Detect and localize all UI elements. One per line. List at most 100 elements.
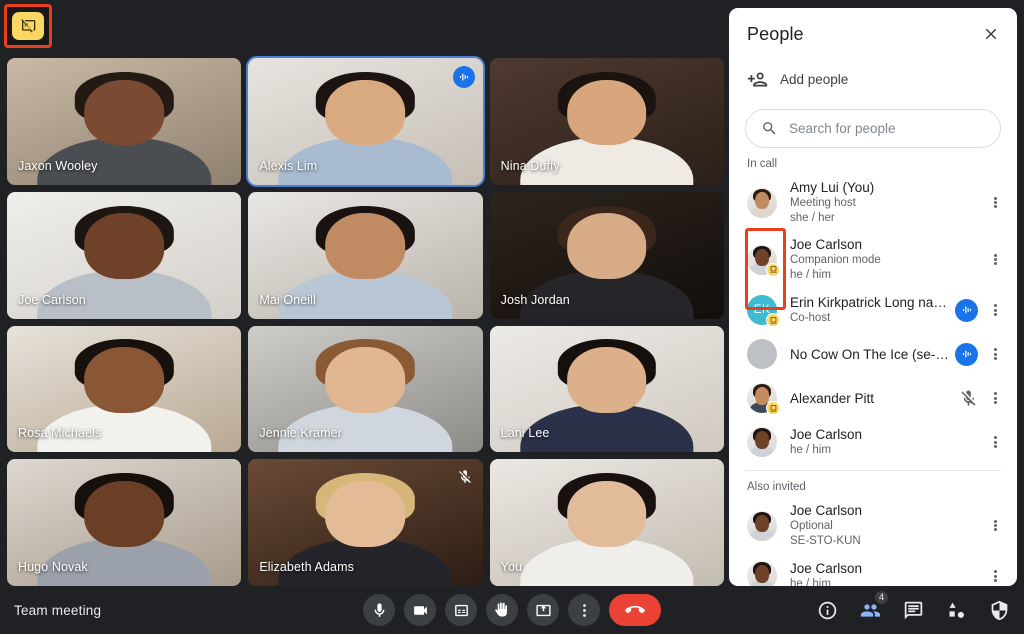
bottom-toolbar: Team meeting 4: [0, 586, 1024, 634]
tile-participant-name: Lani Lee: [500, 426, 550, 441]
participant-row[interactable]: Joe Carlson he / him: [729, 420, 1017, 464]
tile-participant-name: Jaxon Wooley: [18, 158, 98, 173]
participant-name: Joe Carlson: [790, 427, 863, 442]
participant-row[interactable]: EK Erin Kirkpatrick Long nam… Co-host: [729, 288, 1017, 332]
participant-subtitle-secondary: he / him: [790, 269, 831, 281]
captions-icon: [454, 604, 468, 616]
participant-row[interactable]: Amy Lui (You) Meeting host she / her: [729, 174, 1017, 231]
host-controls-button[interactable]: [988, 599, 1010, 621]
participant-actions: [983, 248, 1007, 272]
participant-info: Alexander Pitt: [790, 390, 959, 407]
companion-badge-icon: [769, 404, 777, 412]
video-tile[interactable]: Lani Lee: [489, 325, 724, 453]
person-face: [755, 248, 769, 267]
present-button[interactable]: [527, 594, 559, 626]
people-panel-header: People: [729, 8, 1017, 60]
participant-more-options-button[interactable]: [983, 248, 1007, 272]
participant-more-options-button[interactable]: [983, 430, 1007, 454]
close-panel-button[interactable]: [977, 20, 1005, 48]
avatar: [747, 339, 777, 369]
participant-row[interactable]: Joe Carlson Companion mode he / him: [729, 231, 1017, 288]
person-face: [755, 514, 769, 533]
participant-row[interactable]: Joe Carlson he / him: [729, 554, 1017, 586]
tile-mic-off-icon: [457, 469, 473, 485]
participant-info: Joe Carlson Companion mode he / him: [790, 236, 983, 283]
chat-button[interactable]: [902, 599, 924, 621]
captions-button[interactable]: [445, 594, 477, 626]
participant-more-options-button[interactable]: [983, 564, 1007, 586]
participant-row[interactable]: Joe Carlson Optional SE-STO-KUN: [729, 497, 1017, 554]
more-options-button[interactable]: [568, 594, 600, 626]
mic-off-icon: [961, 390, 976, 406]
camera-button[interactable]: [404, 594, 436, 626]
meeting-details-button[interactable]: [816, 599, 838, 621]
video-tile[interactable]: Jaxon Wooley: [7, 58, 242, 185]
participant-more-options-button[interactable]: [983, 386, 1007, 410]
people-button[interactable]: 4: [859, 590, 889, 621]
people-panel: People Add people In call Amy Lui (You) Me…: [729, 8, 1017, 586]
video-tile[interactable]: Mai Oneill: [248, 191, 483, 319]
participant-more-options-button[interactable]: [983, 342, 1007, 366]
participant-info: Joe Carlson he / him: [790, 426, 983, 458]
video-tile[interactable]: Hugo Novak: [7, 459, 242, 586]
participant-more-options-button[interactable]: [983, 191, 1007, 215]
search-icon: [763, 122, 776, 135]
people-section-label: Also invited: [747, 481, 806, 493]
person-face: [755, 387, 769, 405]
avatar: [747, 561, 777, 586]
person-face: [566, 79, 647, 146]
video-tile[interactable]: Elizabeth Adams: [248, 459, 483, 586]
participant-name: Joe Carlson: [790, 237, 863, 252]
participant-row[interactable]: Alexander Pitt: [729, 376, 1017, 420]
avatar-wrapper: [747, 383, 780, 415]
avatar-wrapper: [747, 510, 777, 541]
microphone-button[interactable]: [363, 594, 395, 626]
tile-participant-name: Elizabeth Adams: [259, 560, 354, 574]
audio-wave-icon: [962, 306, 971, 314]
present-off-icon: [21, 19, 36, 33]
video-grid: Jaxon Wooley Alexis Lim Nina Duffy Joe Carl…: [7, 56, 724, 586]
person-face: [755, 191, 769, 210]
leave-call-button[interactable]: [609, 594, 661, 626]
participant-more-options-button[interactable]: [983, 514, 1007, 538]
video-tile[interactable]: Joe Carlson: [7, 191, 242, 319]
video-tile[interactable]: Nina Duffy: [489, 58, 724, 185]
participant-name: No Cow On The Ice (se-sto…: [790, 346, 955, 362]
person-face: [84, 347, 164, 413]
audio-active-indicator[interactable]: [955, 342, 978, 366]
present-off-badge[interactable]: [12, 12, 44, 40]
activities-button[interactable]: [945, 599, 967, 621]
audio-active-indicator[interactable]: [955, 298, 978, 322]
participant-row[interactable]: No Cow On The Ice (se-sto…: [729, 332, 1017, 376]
tile-participant-name: Joe Carlson: [18, 292, 86, 307]
video-icon: [413, 605, 427, 615]
person-face: [325, 480, 406, 547]
participant-mic-off-icon[interactable]: [959, 389, 978, 408]
participant-actions: [955, 342, 1007, 366]
search-people-box[interactable]: [745, 109, 1001, 148]
search-people-input[interactable]: [789, 121, 985, 136]
person-face: [566, 213, 647, 280]
participant-name: Joe Carlson: [790, 503, 863, 518]
add-people-button[interactable]: Add people: [729, 60, 1017, 98]
raise-hand-button[interactable]: [486, 594, 518, 626]
person-face: [84, 79, 164, 146]
participant-actions: [983, 191, 1007, 215]
audio-wave-icon: [459, 73, 468, 81]
close-icon: [985, 28, 997, 40]
participant-actions: [959, 386, 1007, 410]
present-icon: [535, 604, 551, 616]
people-section-label: In call: [747, 158, 778, 170]
video-tile[interactable]: Rosa Michaels: [7, 325, 242, 453]
tile-background: [489, 459, 724, 586]
video-tile[interactable]: Alexis Lim: [246, 56, 485, 187]
companion-badge-icon: [769, 266, 777, 273]
participant-info: No Cow On The Ice (se-sto…: [790, 346, 955, 363]
video-tile[interactable]: Jennie Kramer: [248, 325, 483, 453]
participant-info: Amy Lui (You) Meeting host she / her: [790, 179, 983, 226]
person-face: [755, 565, 769, 583]
video-tile[interactable]: Josh Jordan: [489, 191, 724, 319]
person-face: [325, 213, 406, 280]
participant-more-options-button[interactable]: [983, 298, 1007, 322]
video-tile[interactable]: You: [489, 459, 724, 586]
